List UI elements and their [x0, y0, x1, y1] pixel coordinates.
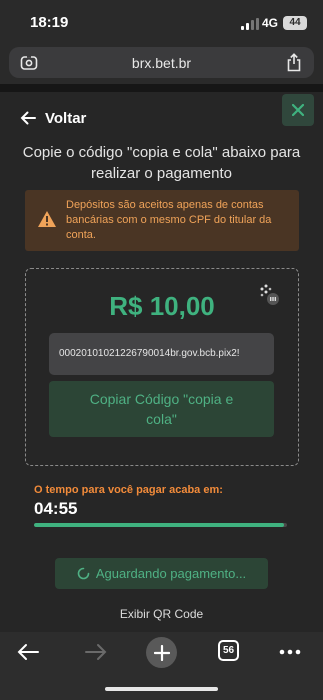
new-tab-button[interactable]: [146, 637, 177, 668]
tab-count: 56: [222, 645, 235, 656]
arrow-left-icon: [17, 644, 39, 660]
warning-banner: Depósitos são aceitos apenas de contas b…: [25, 190, 299, 251]
copy-code-button[interactable]: Copiar Código "copia e cola": [49, 381, 274, 437]
timer-progress-bar: [34, 523, 287, 527]
browser-back-button[interactable]: [16, 640, 40, 664]
instruction-text: Copie o código "copia e cola" abaixo par…: [22, 144, 301, 182]
share-icon[interactable]: [285, 53, 303, 72]
spinner-icon: [77, 567, 90, 580]
battery-level: 44: [289, 17, 301, 28]
close-icon: [292, 104, 304, 116]
address-bar[interactable]: brx.bet.br: [9, 47, 314, 78]
arrow-right-icon: [85, 644, 107, 660]
pix-code-field[interactable]: 00020101021226790014br.gov.bcb.pix2!: [49, 333, 274, 375]
timer-value: 04:55: [34, 499, 78, 518]
show-qr-code-link[interactable]: Exibir QR Code: [0, 607, 323, 621]
tabs-button[interactable]: 56: [218, 640, 239, 661]
browser-forward-button[interactable]: [84, 640, 108, 664]
more-icon: [279, 649, 301, 655]
divider: [0, 84, 323, 92]
browser-toolbar: brx.bet.br: [0, 44, 323, 84]
payment-amount: R$ 10,00: [109, 291, 215, 321]
url-text: brx.bet.br: [131, 55, 192, 71]
arrow-left-icon: [20, 111, 36, 125]
status-time: 18:19: [30, 14, 69, 31]
plus-icon: [153, 644, 170, 661]
back-label: Voltar: [45, 109, 87, 127]
status-bar: 18:19 4G 44: [0, 0, 323, 44]
timer-label: O tempo para você pagar acaba em:: [34, 484, 223, 496]
waiting-label: Aguardando pagamento...: [95, 566, 247, 581]
home-indicator: [105, 687, 218, 691]
warning-text: Depósitos são aceitos apenas de contas b…: [66, 199, 272, 241]
signal-icon: [241, 18, 259, 30]
waiting-payment-status: Aguardando pagamento...: [55, 558, 268, 589]
battery-icon: 44: [283, 16, 307, 30]
back-button[interactable]: Voltar: [20, 108, 86, 128]
warning-icon: [38, 211, 56, 227]
network-type: 4G: [262, 16, 279, 30]
close-button[interactable]: [282, 94, 314, 126]
timer-progress-fill: [34, 523, 285, 527]
more-menu-button[interactable]: [278, 642, 302, 662]
